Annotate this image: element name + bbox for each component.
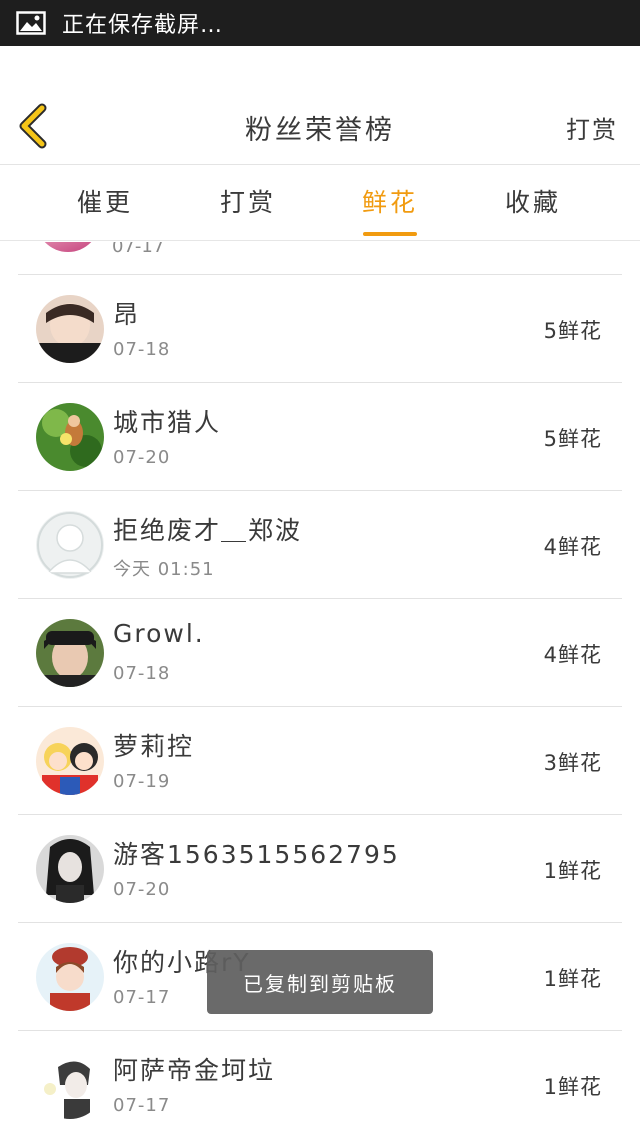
tab-label: 收藏 (504, 188, 561, 217)
list-item-date: 07-20 (113, 879, 171, 900)
tab-favorites[interactable]: 收藏 (473, 165, 593, 241)
tab-flowers[interactable]: 鲜花 (330, 165, 450, 241)
flower-count: 5鲜花 (543, 427, 602, 451)
toast-message: 已复制到剪贴板 (207, 950, 433, 1014)
tab-urge-update[interactable]: 催更 (45, 165, 165, 241)
list-item-name: 城市猎人 (113, 408, 222, 437)
flower-count: 1鲜花 (543, 859, 602, 883)
tab-label: 鲜花 (361, 188, 418, 217)
list-item-date: 07-18 (113, 663, 171, 684)
avatar (36, 943, 104, 1011)
list-item-name: Growl. (113, 619, 205, 648)
list-item[interactable]: 阿萨帝金坷垃 07-17 1鲜花 (18, 1030, 622, 1138)
list-item-date: 07-17 (113, 987, 171, 1008)
list-item[interactable]: 拒绝废才＿郑波 今天 01:51 4鲜花 (18, 490, 622, 598)
avatar (36, 1051, 104, 1119)
avatar (36, 511, 104, 579)
avatar (36, 835, 104, 903)
list-item[interactable]: Growl. 07-18 4鲜花 (18, 598, 622, 706)
avatar (36, 295, 104, 363)
list-item[interactable]: 昂 07-18 5鲜花 (18, 274, 622, 382)
tab-label: 打赏 (219, 188, 276, 217)
list-item[interactable]: 萝莉控 07-19 3鲜花 (18, 706, 622, 814)
list-item-date: 07-20 (113, 447, 171, 468)
flower-count: 4鲜花 (543, 535, 602, 559)
tab-bar: 催更 打赏 鲜花 收藏 (0, 165, 640, 241)
flower-count: 3鲜花 (543, 751, 602, 775)
reward-button[interactable]: 打赏 (566, 110, 618, 145)
list-item[interactable]: 城市猎人 07-20 5鲜花 (18, 382, 622, 490)
status-text: 正在保存截屏… (62, 13, 224, 38)
list-item-name: 昂 (113, 300, 141, 329)
avatar (36, 242, 100, 252)
page-title: 粉丝荣誉榜 (245, 115, 395, 146)
image-icon (16, 11, 46, 35)
status-bar: 正在保存截屏… (0, 0, 640, 46)
list-item[interactable]: 游客1563515562795 07-20 1鲜花 (18, 814, 622, 922)
flower-count: 1鲜花 (543, 1075, 602, 1099)
list-item-name: 阿萨帝金坷垃 (113, 1056, 276, 1085)
list-item-name: 萝莉控 (113, 732, 195, 761)
list-item-date: 今天 01:51 (113, 559, 215, 580)
flower-count: 5鲜花 (543, 319, 602, 343)
list-item-date: 07-17 (112, 242, 165, 257)
tab-label: 催更 (76, 188, 133, 217)
avatar (36, 403, 104, 471)
flower-count: 4鲜花 (543, 643, 602, 667)
list-item-name: 游客1563515562795 (113, 840, 400, 869)
active-tab-indicator (363, 232, 417, 236)
flower-count: 1鲜花 (543, 967, 602, 991)
tab-reward[interactable]: 打赏 (188, 165, 308, 241)
list-item-partial[interactable]: 07-17 (0, 242, 640, 274)
avatar (36, 727, 104, 795)
list-item-date: 07-19 (113, 771, 171, 792)
list-item-name: 拒绝废才＿郑波 (113, 516, 303, 545)
avatar (36, 619, 104, 687)
list-item-date: 07-18 (113, 339, 171, 360)
header: 粉丝荣誉榜 打赏 (0, 46, 640, 164)
list-item-date: 07-17 (113, 1095, 171, 1116)
